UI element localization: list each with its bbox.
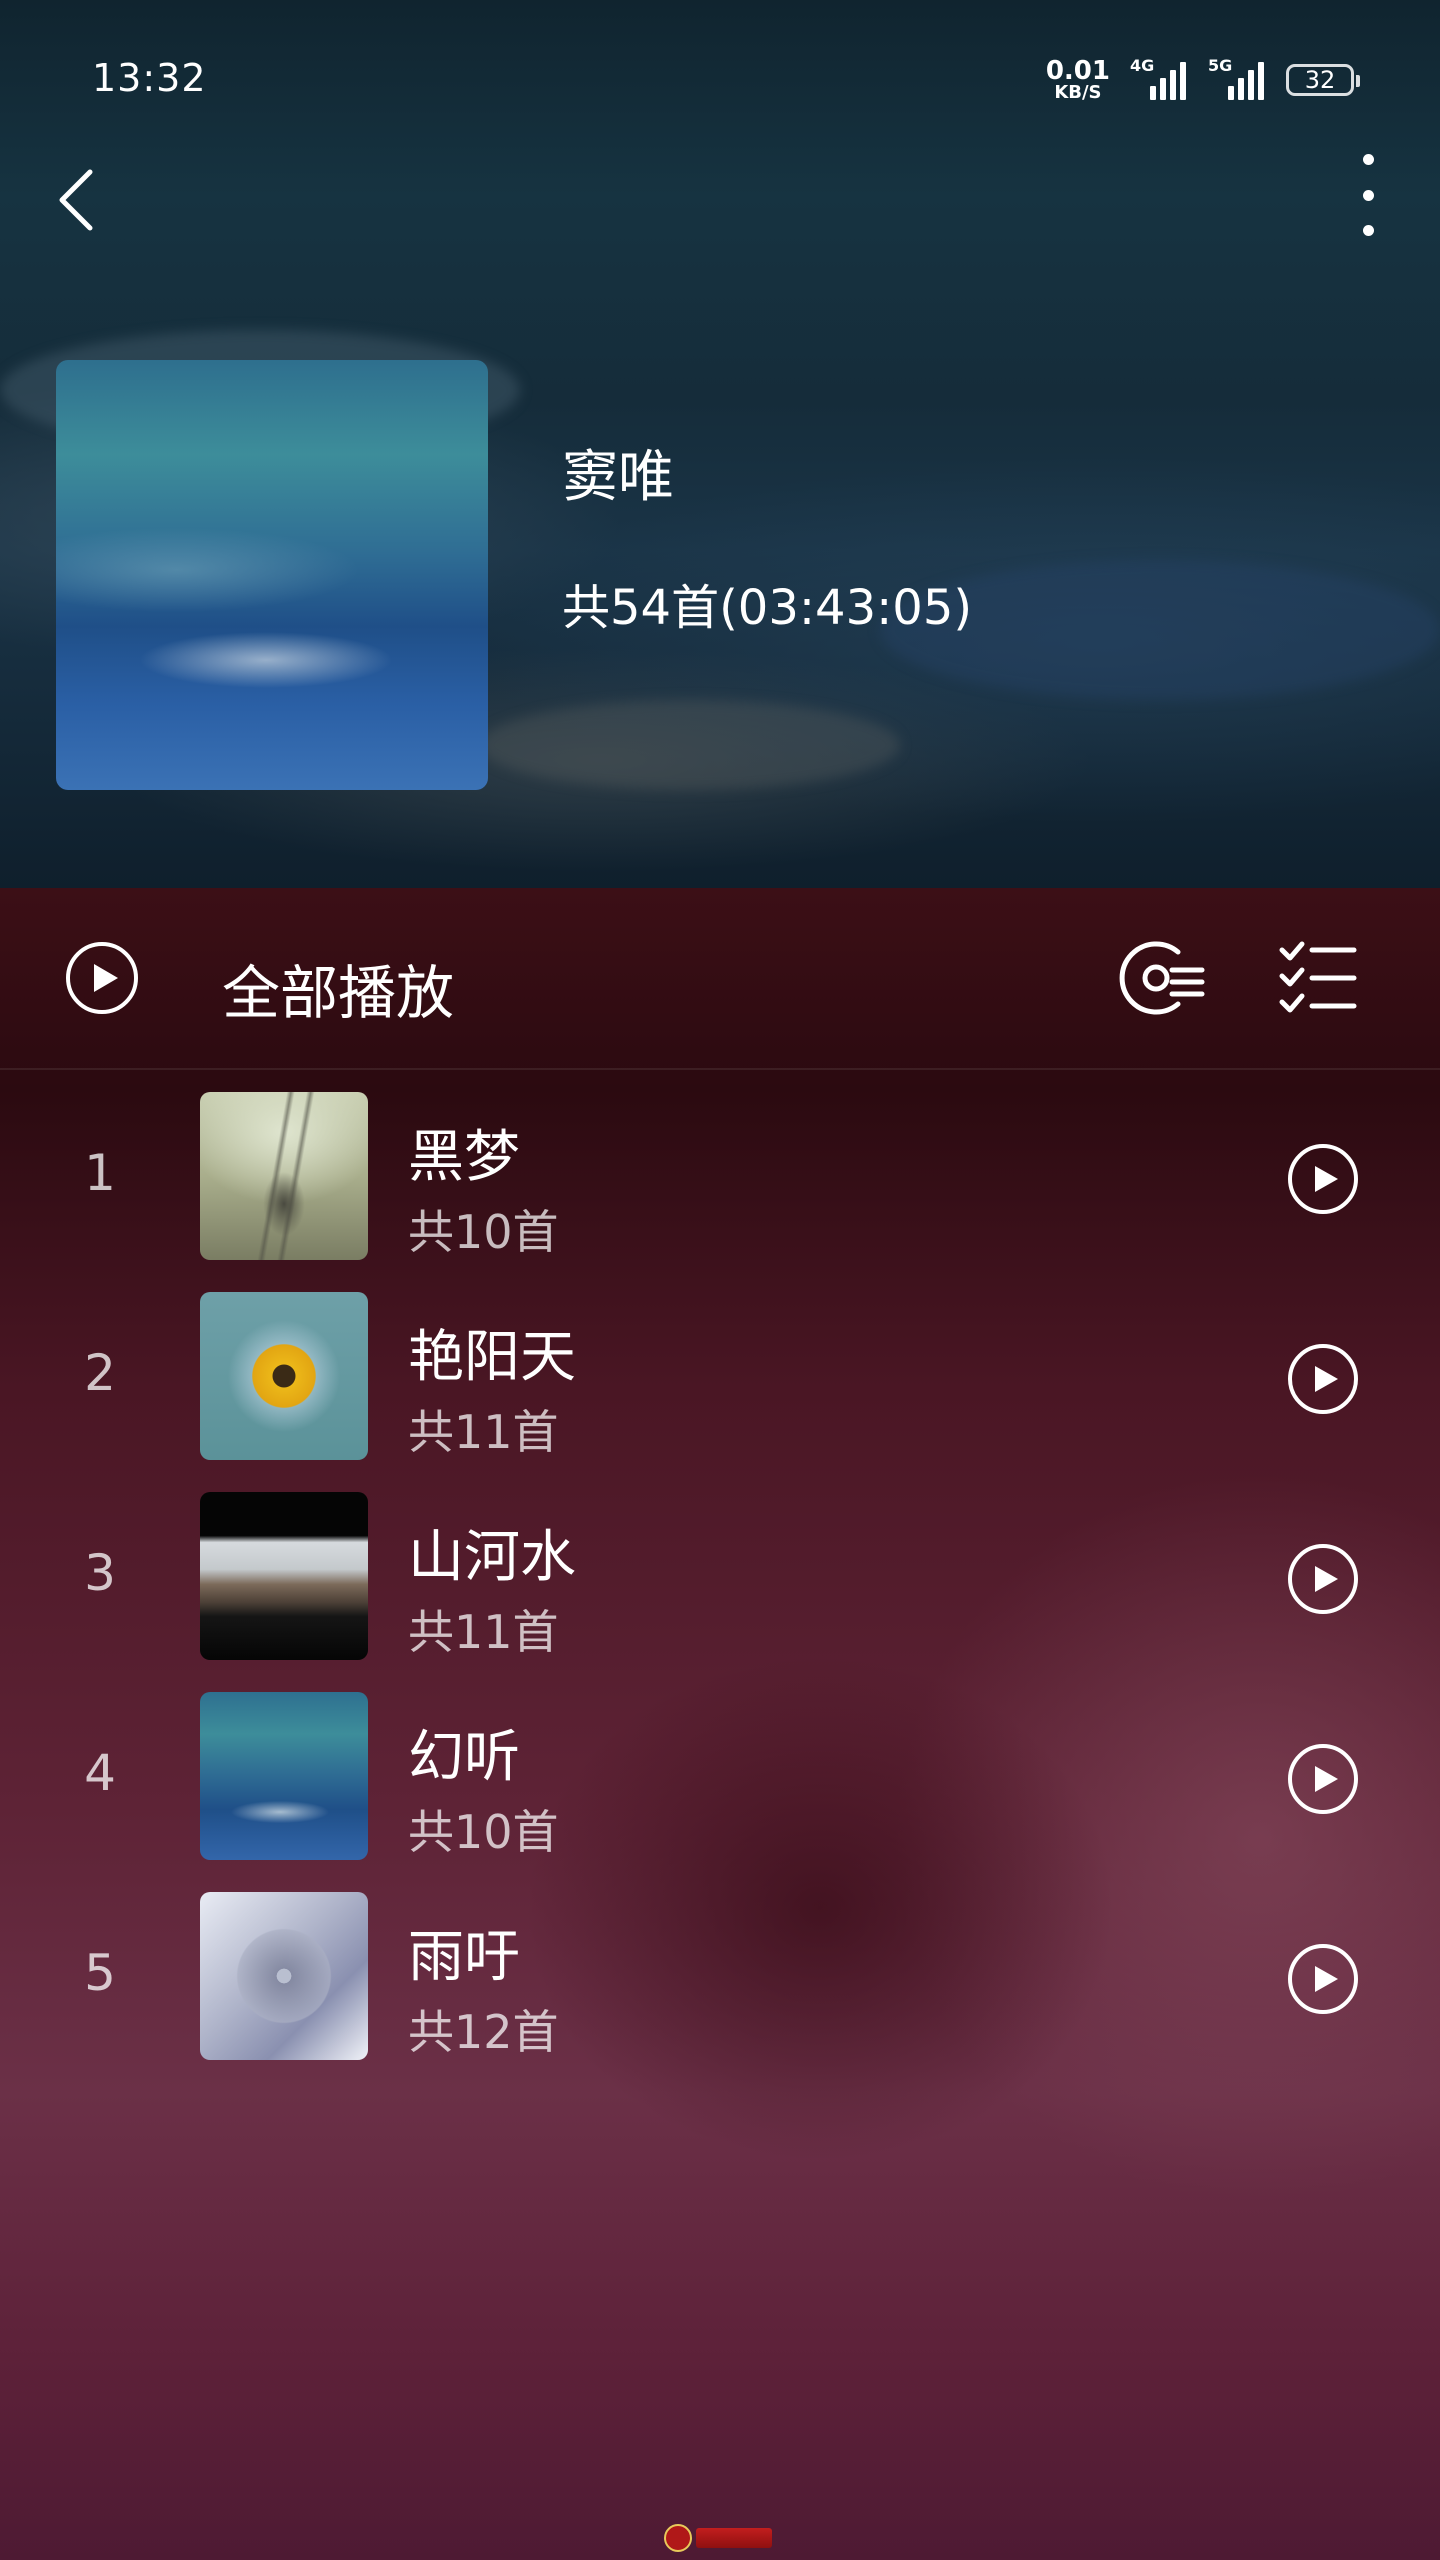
status-time: 13:32	[92, 56, 207, 100]
play-circle-icon[interactable]	[1286, 1142, 1360, 1216]
background-texture	[480, 700, 900, 790]
album-cover-image	[200, 1292, 368, 1460]
album-track-count: 共12首	[408, 2005, 559, 2059]
signal-bar	[1170, 70, 1176, 100]
album-cover-image	[200, 1892, 368, 2060]
album-track-count: 共11首	[408, 1405, 559, 1459]
more-vertical-icon	[1362, 189, 1374, 201]
chevron-left-icon	[59, 169, 93, 231]
network-speed-value: 0.01	[1045, 56, 1110, 86]
signal-bar	[1180, 62, 1186, 100]
album-row[interactable]: 2 艳阳天 共11首	[0, 1282, 1440, 1482]
album-title: 山河水	[408, 1525, 576, 1590]
more-vertical-icon	[1362, 225, 1374, 236]
watermark-logo-mark	[664, 2524, 692, 2552]
album-row[interactable]: 1 黑梦 共10首	[0, 1082, 1440, 1282]
album-index: 1	[84, 1144, 116, 1202]
artist-name: 窦唯	[562, 445, 674, 510]
signal-bar	[1150, 86, 1156, 100]
play-circle-icon[interactable]	[64, 940, 140, 1016]
watermark-logo-text	[696, 2528, 772, 2548]
album-list: 1 黑梦 共10首 2 艳阳天 共11首 3 山河水 共11首 4 幻听 共10…	[0, 1082, 1440, 2082]
album-cover-image	[200, 1692, 368, 1860]
more-vertical-icon	[1362, 154, 1374, 165]
signal-bar	[1160, 78, 1166, 100]
album-title: 艳阳天	[408, 1325, 576, 1390]
album-row[interactable]: 5 雨吁 共12首	[0, 1882, 1440, 2082]
album-index: 2	[84, 1344, 116, 1402]
album-title: 幻听	[408, 1725, 520, 1790]
album-index: 3	[84, 1544, 116, 1602]
album-row[interactable]: 4 幻听 共10首	[0, 1682, 1440, 1882]
album-cover-image	[200, 1492, 368, 1660]
album-track-count: 共10首	[408, 1805, 559, 1859]
signal-5g-icon: 5G	[1208, 56, 1266, 100]
album-list-panel: 全部播放 1 黑梦 共10首 2 艳阳天 共11首 3 山河水 共11首 4 幻…	[0, 888, 1440, 2560]
more-options-button[interactable]	[1340, 150, 1396, 240]
artist-stats: 共54首(03:43:05)	[562, 580, 973, 636]
playlist-add-icon[interactable]	[1116, 938, 1208, 1018]
network-speed: 0.01 KB/S	[1046, 58, 1110, 102]
play-all-button[interactable]: 全部播放	[222, 946, 454, 1030]
signal-bar	[1258, 62, 1264, 100]
checklist-icon[interactable]	[1278, 938, 1358, 1018]
album-row[interactable]: 3 山河水 共11首	[0, 1482, 1440, 1682]
album-track-count: 共11首	[408, 1605, 559, 1659]
album-cover-image	[200, 1092, 368, 1260]
signal-bar	[1228, 86, 1234, 100]
artist-cover-image	[56, 360, 488, 790]
album-index: 4	[84, 1744, 116, 1802]
play-all-bar: 全部播放	[0, 888, 1440, 1070]
back-button[interactable]	[44, 160, 108, 240]
battery-level: 32	[1304, 66, 1336, 94]
signal-bar	[1238, 78, 1244, 100]
play-circle-icon[interactable]	[1286, 1742, 1360, 1816]
artist-header: 13:32 0.01 KB/S 4G 5G 32 窦唯 共54首(03:43:0…	[0, 0, 1440, 888]
play-circle-icon[interactable]	[1286, 1942, 1360, 2016]
album-index: 5	[84, 1944, 116, 2002]
signal-bar	[1248, 70, 1254, 100]
watermark-logo	[664, 2522, 776, 2554]
signal-4g-label: 4G	[1130, 56, 1155, 75]
album-track-count: 共10首	[408, 1205, 559, 1259]
play-circle-icon[interactable]	[1286, 1342, 1360, 1416]
album-title: 雨吁	[408, 1925, 520, 1990]
battery-icon: 32	[1286, 64, 1360, 96]
signal-5g-label: 5G	[1208, 56, 1233, 75]
network-speed-unit: KB/S	[1054, 82, 1102, 103]
signal-4g-icon: 4G	[1130, 56, 1188, 100]
album-title: 黑梦	[408, 1125, 520, 1190]
play-circle-icon[interactable]	[1286, 1542, 1360, 1616]
status-icons: 0.01 KB/S 4G 5G 32	[1046, 56, 1360, 104]
